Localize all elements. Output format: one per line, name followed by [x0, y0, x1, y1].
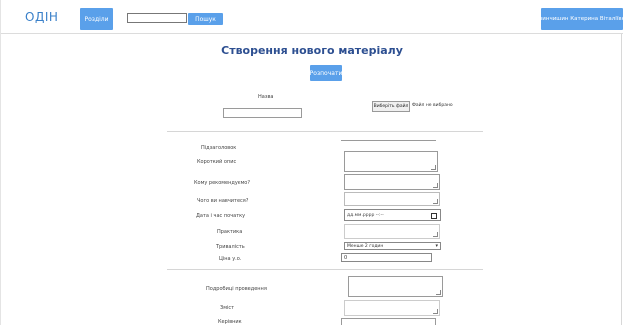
user-menu-button[interactable]: Гринчишин Катерина Віталіївна: [535, 8, 628, 30]
resize-handle[interactable]: [433, 232, 438, 237]
name-input[interactable]: [223, 108, 302, 118]
leaders-label: Керівник: [218, 319, 242, 325]
learn-label: Чого ви навчитеся?: [197, 198, 249, 204]
create-button[interactable]: Розпочати: [310, 65, 342, 81]
price-label: Ціна у.о.: [219, 256, 242, 262]
divider: [167, 269, 483, 270]
page: ОДІН Розділи Пошук Гринчишин Катерина Ві…: [0, 0, 628, 325]
content-textarea[interactable]: [344, 300, 440, 316]
file-status-text: Файл не вибрано: [412, 103, 453, 108]
date-input[interactable]: дд.мм.рррр --:--: [344, 209, 441, 221]
sections-button[interactable]: Розділи: [80, 8, 113, 30]
short-desc-textarea[interactable]: [344, 151, 438, 172]
duration-label: Тривалість: [216, 244, 245, 250]
resize-handle[interactable]: [433, 199, 438, 204]
detailed-label: Подробиці проведення: [206, 286, 267, 292]
search-input[interactable]: [127, 13, 187, 23]
search-button[interactable]: Пошук: [188, 13, 223, 25]
duration-selected: Менше 2 годин: [347, 243, 384, 249]
learn-textarea[interactable]: [344, 192, 440, 206]
practice-label: Практика: [217, 229, 243, 235]
duration-select[interactable]: Менше 2 годин ▾: [344, 242, 441, 250]
name-label: Назва: [258, 94, 274, 100]
price-value: 0: [344, 254, 348, 261]
resize-handle[interactable]: [436, 290, 441, 295]
logo[interactable]: ОДІН: [25, 10, 58, 24]
calendar-icon[interactable]: [431, 213, 437, 219]
date-placeholder: дд.мм.рррр --:--: [347, 212, 384, 218]
leaders-input[interactable]: [341, 318, 436, 325]
recommended-textarea[interactable]: [344, 174, 440, 190]
recommended-label: Кому рекомендуємо?: [194, 180, 251, 186]
divider: [167, 131, 483, 132]
chevron-down-icon: ▾: [435, 243, 438, 249]
subtitle-label: Підзаголовок: [201, 145, 237, 151]
resize-handle[interactable]: [433, 309, 438, 314]
content-label: Зміст: [220, 305, 235, 311]
page-title: Створення нового матеріалу: [221, 44, 403, 57]
top-navbar: ОДІН Розділи Пошук Гринчишин Катерина Ві…: [1, 0, 628, 34]
date-label: Дата і час початку: [196, 213, 246, 219]
resize-handle[interactable]: [431, 165, 436, 170]
resize-handle[interactable]: [433, 183, 438, 188]
detailed-textarea[interactable]: [348, 276, 443, 297]
subtitle-input[interactable]: [341, 139, 436, 141]
short-desc-label: Короткий опис: [197, 159, 237, 165]
practice-textarea[interactable]: [344, 224, 440, 239]
file-choose-button[interactable]: Виберіть файл: [372, 101, 410, 112]
price-input[interactable]: 0: [341, 253, 432, 262]
